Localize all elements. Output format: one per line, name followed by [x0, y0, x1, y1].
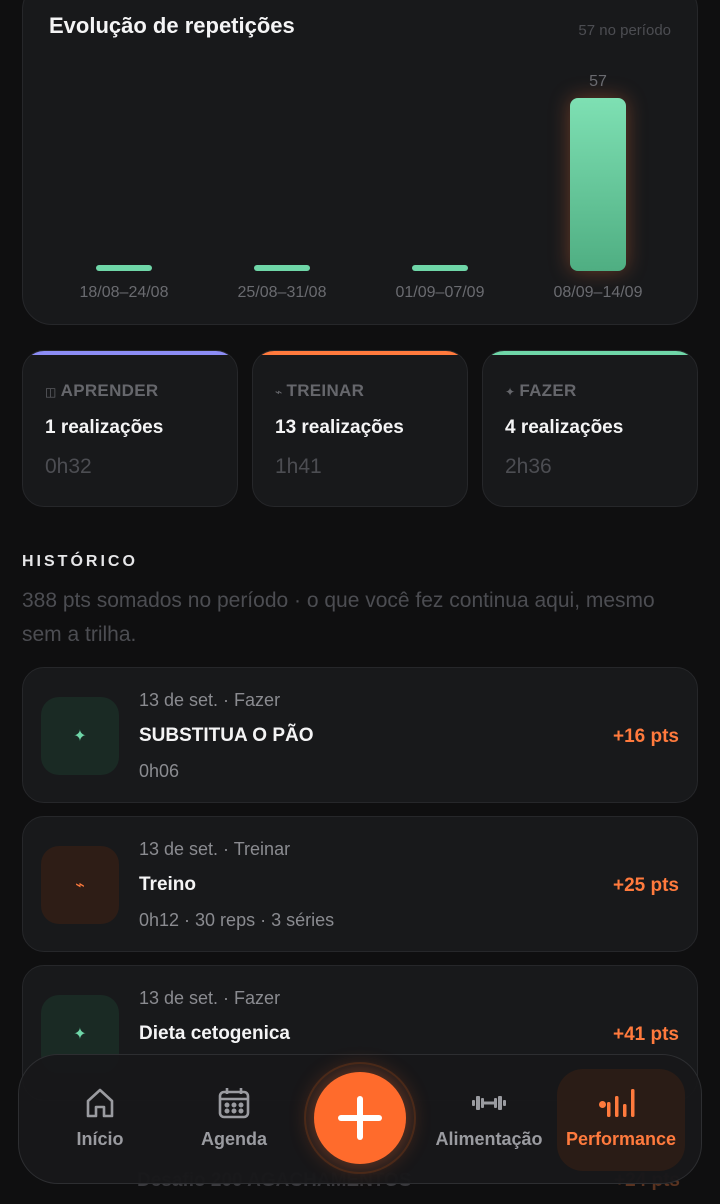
history-item-points: +41 pts: [612, 1024, 679, 1045]
sparkle-icon: ✦: [505, 385, 516, 399]
category-label: APRENDER: [60, 381, 159, 400]
category-card-treinar[interactable]: ⌁ TREINAR 13 realizações 1h41: [252, 350, 468, 507]
book-icon: ◫: [45, 385, 57, 399]
chart-tick-label: 25/08–31/08: [238, 284, 327, 301]
history-item-points: +16 pts: [612, 726, 679, 747]
repetitions-chart-card: 18/08–24/08 25/08–31/08 01/09–07/09 08/09–1…: [22, 0, 698, 325]
dumbbell-icon: [471, 1085, 507, 1121]
nav-label: Performance: [565, 1129, 677, 1149]
chart-bar: [570, 98, 626, 271]
category-accent-bar: [253, 351, 467, 355]
category-count: 4 realizações: [505, 417, 624, 438]
lightning-icon: ⌁: [41, 846, 119, 924]
chart-tick-label: 01/09–07/09: [396, 284, 485, 301]
history-title: HISTÓRICO: [22, 553, 138, 570]
history-subtitle: 388 pts somados no período · o que você …: [22, 589, 655, 646]
category-header: ⌁ TREINAR: [275, 381, 364, 401]
home-icon: [83, 1085, 117, 1121]
chart-tick-label: 18/08–24/08: [80, 284, 169, 301]
category-card-aprender[interactable]: ◫ APRENDER 1 realizações 0h32: [22, 350, 238, 507]
nav-item-inicio[interactable]: Início: [65, 1055, 135, 1185]
nav-item-agenda[interactable]: Agenda: [189, 1055, 279, 1185]
repetitions-bar-chart: 18/08–24/08 25/08–31/08 01/09–07/09 08/09–1…: [80, 73, 643, 301]
chart-bar: [96, 265, 152, 271]
history-item-meta: 13 de set. · Treinar: [139, 839, 291, 859]
category-time: 0h32: [45, 455, 92, 478]
plus-icon: [338, 1096, 382, 1140]
category-label: FAZER: [519, 381, 577, 400]
nav-item-performance[interactable]: Performance: [561, 1055, 681, 1185]
chart-tick-label: 08/09–14/09: [554, 284, 643, 301]
history-item-name: SUBSTITUA O PÃO: [139, 725, 314, 746]
category-time: 1h41: [275, 455, 322, 478]
bar-chart-icon: [604, 1085, 638, 1121]
nav-label: Início: [76, 1129, 124, 1149]
category-count: 13 realizações: [275, 417, 404, 438]
nav-active-indicator: [599, 1101, 606, 1108]
category-card-fazer[interactable]: ✦ FAZER 4 realizações 2h36: [482, 350, 698, 507]
category-header: ◫ APRENDER: [45, 381, 158, 401]
nav-item-alimentacao[interactable]: Alimentação: [427, 1055, 551, 1185]
history-item-name: Dieta cetogenica: [139, 1023, 290, 1044]
sparkle-icon: ✦: [41, 697, 119, 775]
add-button[interactable]: [314, 1072, 406, 1164]
history-item-detail: 0h06: [139, 761, 180, 781]
nav-label: Agenda: [200, 1129, 267, 1149]
lightning-icon: ⌁: [275, 385, 283, 399]
category-time: 2h36: [505, 455, 552, 478]
category-header: ✦ FAZER: [505, 381, 577, 401]
category-count: 1 realizações: [45, 417, 164, 438]
history-item-points: +25 pts: [612, 875, 679, 896]
chart-bar: [254, 265, 310, 271]
nav-label: Alimentação: [435, 1129, 543, 1149]
history-item-name: Treino: [139, 874, 197, 895]
history-item[interactable]: ✦ 13 de set. · Fazer SUBSTITUA O PÃO 0h0…: [22, 667, 698, 803]
chart-period-total: 57 no período: [578, 22, 671, 39]
category-accent-bar: [23, 351, 237, 355]
chart-data-label: 57: [589, 73, 607, 90]
history-item-meta: 13 de set. · Fazer: [139, 988, 281, 1008]
calendar-icon: [217, 1085, 251, 1121]
category-accent-bar: [483, 351, 697, 355]
chart-bar: [412, 265, 468, 271]
history-item-detail: 0h12 · 30 reps · 3 séries: [139, 910, 335, 930]
chart-title: Evolução de repetições: [49, 13, 295, 38]
history-item-meta: 13 de set. · Fazer: [139, 690, 281, 710]
history-item[interactable]: ⌁ 13 de set. · Treinar Treino 0h12 · 30 …: [22, 816, 698, 952]
category-label: TREINAR: [286, 381, 365, 400]
